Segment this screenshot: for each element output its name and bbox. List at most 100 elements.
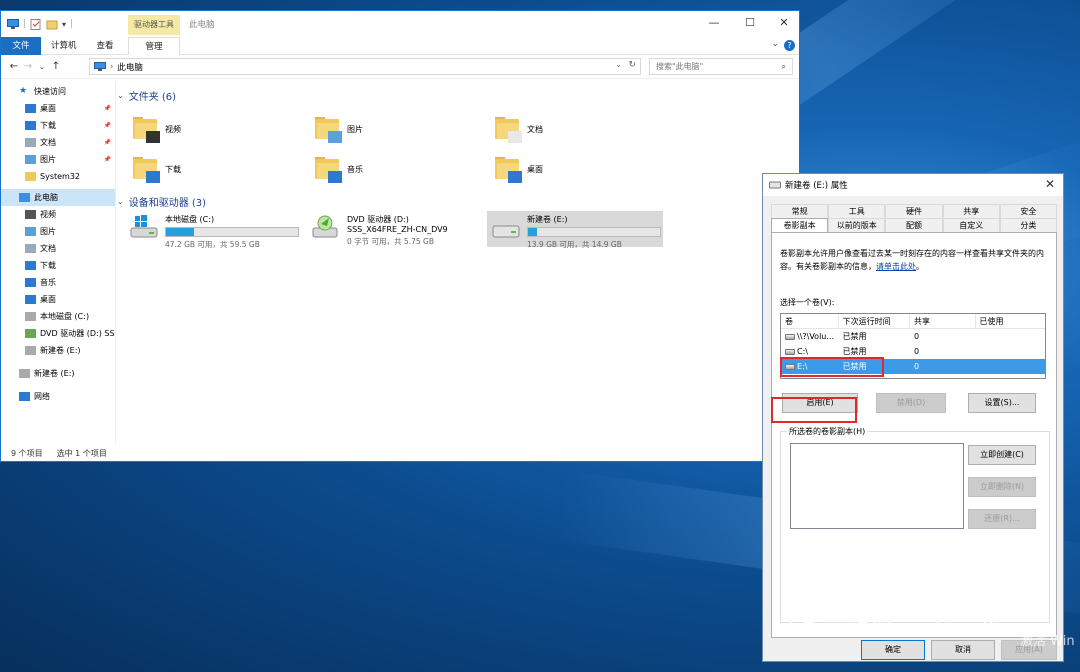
tab-tabs_row1-1[interactable]: 工具 xyxy=(828,204,886,218)
sidebar-item[interactable]: 此电脑 xyxy=(1,189,115,206)
sidebar-item[interactable]: ★ 快速访问 xyxy=(1,83,115,100)
sidebar-item[interactable]: 本地磁盘 (C:) xyxy=(1,308,115,325)
sidebar-item[interactable]: 新建卷 (E:) xyxy=(1,342,115,359)
sidebar-item[interactable]: 图片 📌 xyxy=(1,151,115,168)
drive-name: 本地磁盘 (C:) xyxy=(165,215,215,224)
recent-locations-icon[interactable]: ⌄ xyxy=(35,63,49,71)
separator: | xyxy=(23,19,27,29)
navigation-bar: ← → ⌄ ↑ › 此电脑 ⌄ ↻ 搜索"此电脑" ⌕ xyxy=(1,55,799,79)
properties-icon[interactable] xyxy=(30,18,42,30)
sidebar-item[interactable]: 桌面 xyxy=(1,291,115,308)
network-icon xyxy=(19,392,30,401)
sidebar-item-label: 视频 xyxy=(40,210,56,219)
tab-tabs_row2-1[interactable]: 以前的版本 xyxy=(828,218,886,232)
volume-row[interactable]: \\?\Volu... 已禁用 0 xyxy=(781,329,1045,344)
folder-label: 图片 xyxy=(347,124,363,134)
column-volume[interactable]: 卷 xyxy=(781,314,839,328)
folder-item[interactable]: 文档 xyxy=(493,115,543,143)
sidebar-item[interactable]: System32 xyxy=(1,168,115,185)
folder-item[interactable]: 图片 xyxy=(313,115,363,143)
tab-manage[interactable]: 管理 xyxy=(128,36,180,55)
pane-divider[interactable] xyxy=(115,83,116,443)
drive-d[interactable]: DVD 驱动器 (D:) SSS_X64FRE_ZH-CN_DV9 0 字节 可… xyxy=(307,211,483,247)
windows-drive-icon xyxy=(129,214,159,240)
drive-icon xyxy=(785,333,795,340)
drive-name: DVD 驱动器 (D:) xyxy=(347,215,409,224)
drive-name: 新建卷 (E:) xyxy=(527,215,568,224)
shadow-copies-list[interactable] xyxy=(790,443,964,529)
tab-file[interactable]: 文件 xyxy=(1,36,41,55)
tab-tabs_row1-2[interactable]: 硬件 xyxy=(885,204,943,218)
sidebar-item[interactable]: 文档 📌 xyxy=(1,134,115,151)
tab-view[interactable]: 查看 xyxy=(87,37,124,55)
sidebar-item[interactable]: 图片 xyxy=(1,223,115,240)
volume-name: \\?\Volu... xyxy=(797,332,834,341)
back-button[interactable]: ← xyxy=(7,61,21,72)
share-count: 0 xyxy=(914,362,920,371)
sidebar-item[interactable]: 文档 xyxy=(1,240,115,257)
drive-c[interactable]: 本地磁盘 (C:) 47.2 GB 可用，共 59.5 GB xyxy=(125,211,301,249)
info-link[interactable]: 请单击此处 xyxy=(876,262,916,271)
drive-icon xyxy=(785,348,795,355)
sidebar-item[interactable]: 音乐 xyxy=(1,274,115,291)
folder-label: 视频 xyxy=(165,124,181,134)
refresh-icon[interactable]: ↻ xyxy=(628,60,636,70)
sidebar-item[interactable]: DVD 驱动器 (D:) SS xyxy=(1,325,115,342)
close-icon[interactable]: ✕ xyxy=(1045,177,1055,191)
address-dropdown-icon[interactable]: ⌄ xyxy=(615,60,622,69)
folder-item[interactable]: 音乐 xyxy=(313,155,363,183)
ok-button[interactable]: 确定 xyxy=(861,640,925,660)
minimize-button[interactable]: — xyxy=(697,11,731,37)
sidebar-item[interactable]: 下载 xyxy=(1,257,115,274)
search-input[interactable]: 搜索"此电脑" ⌕ xyxy=(649,58,793,75)
drive-usage-bar xyxy=(165,227,299,237)
disable-button[interactable]: 禁用(D) xyxy=(876,393,946,413)
tab-computer[interactable]: 计算机 xyxy=(41,37,87,55)
sidebar-item[interactable]: 新建卷 (E:) xyxy=(1,365,115,382)
forward-button[interactable]: → xyxy=(21,61,35,72)
tab-tabs_row1-4[interactable]: 安全 xyxy=(999,204,1058,218)
breadcrumb[interactable]: 此电脑 xyxy=(117,61,143,73)
column-shares[interactable]: 共享 xyxy=(910,314,976,328)
drive-e[interactable]: 新建卷 (E:) 13.9 GB 可用，共 14.9 GB xyxy=(487,211,663,249)
sidebar-item[interactable]: 桌面 📌 xyxy=(1,100,115,117)
column-used[interactable]: 已使用 xyxy=(976,314,1045,328)
tab-tabs_row1-0[interactable]: 常规 xyxy=(771,204,829,218)
collapse-ribbon-icon[interactable]: ⌄ xyxy=(771,39,779,49)
shadow-copies-panel: 卷影副本允许用户像查看过去某一时刻存在的内容一样查看共享文件夹的内容。有关卷影副… xyxy=(771,232,1057,638)
revert-button[interactable]: 还原(R)... xyxy=(968,509,1036,529)
sidebar-item[interactable]: 视频 xyxy=(1,206,115,223)
new-folder-icon[interactable] xyxy=(46,19,58,30)
dialog-titlebar: 新建卷 (E:) 属性 ✕ xyxy=(763,174,1063,196)
drives-section-header[interactable]: ⌄ 设备和驱动器 (3) xyxy=(117,193,206,209)
folders-section-header[interactable]: ⌄ 文件夹 (6) xyxy=(117,87,176,103)
tab-tabs_row2-2[interactable]: 配额 xyxy=(885,218,943,232)
customize-toolbar-icon[interactable]: ▾ xyxy=(62,20,66,29)
document-icon xyxy=(25,138,36,147)
sidebar-item-label: 文档 xyxy=(40,244,56,253)
tab-row-1: 常规 工具 硬件 共享 安全 xyxy=(771,204,1058,218)
maximize-button[interactable]: ☐ xyxy=(733,11,767,37)
drive-label: SSS_X64FRE_ZH-CN_DV9 xyxy=(347,225,448,234)
sidebar-item-label: 此电脑 xyxy=(34,193,58,202)
settings-button[interactable]: 设置(S)... xyxy=(968,393,1036,413)
highlight-selected-volume xyxy=(780,357,884,377)
dvd-drive-icon xyxy=(311,214,341,240)
folder-item[interactable]: 桌面 xyxy=(493,155,543,183)
close-button[interactable]: ✕ xyxy=(767,11,801,37)
create-now-button[interactable]: 立即创建(C) xyxy=(968,445,1036,465)
folder-item[interactable]: 视频 xyxy=(131,115,181,143)
cancel-button[interactable]: 取消 xyxy=(931,640,995,660)
tab-tabs_row2-4[interactable]: 分类 xyxy=(999,218,1058,232)
address-bar[interactable]: › 此电脑 ⌄ ↻ xyxy=(89,58,641,75)
folder-item[interactable]: 下载 xyxy=(131,155,181,183)
column-next-run[interactable]: 下次运行时间 xyxy=(839,314,911,328)
tab-tabs_row2-3[interactable]: 自定义 xyxy=(942,218,1000,232)
tab-tabs_row1-3[interactable]: 共享 xyxy=(942,204,1000,218)
help-icon[interactable]: ? xyxy=(784,40,795,51)
sidebar-item[interactable]: 网络 xyxy=(1,388,115,405)
up-button[interactable]: ↑ xyxy=(49,61,63,72)
tab-tabs_row2-0[interactable]: 卷影副本 xyxy=(771,218,829,232)
sidebar-item[interactable]: 下载 📌 xyxy=(1,117,115,134)
delete-now-button[interactable]: 立即删除(N) xyxy=(968,477,1036,497)
